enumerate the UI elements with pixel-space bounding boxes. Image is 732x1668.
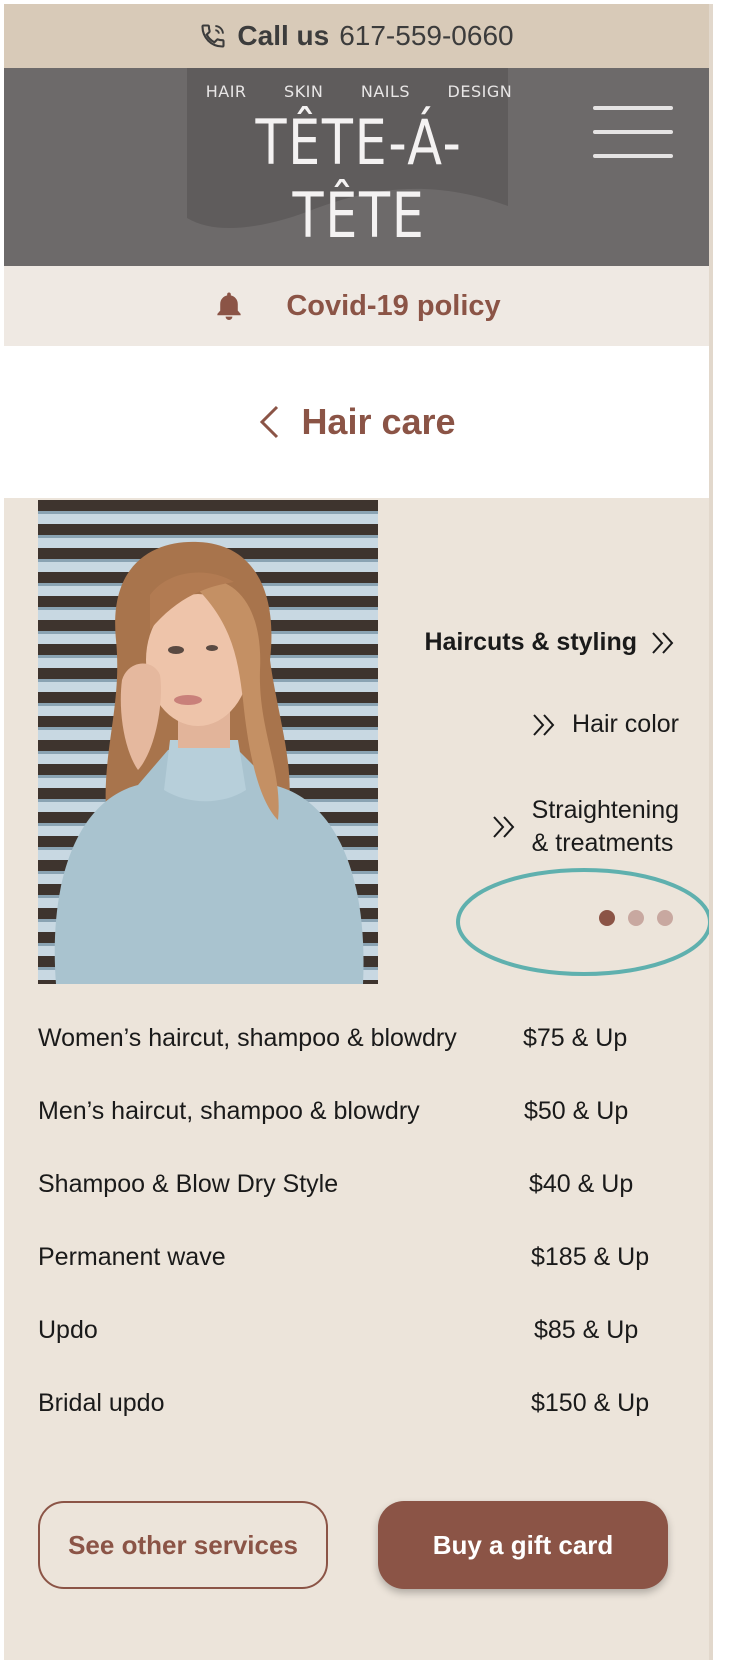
carousel-dot-1-active[interactable] xyxy=(599,910,615,926)
service-price: $185 & Up xyxy=(531,1243,650,1271)
annotation-circle xyxy=(456,868,709,976)
service-name: Shampoo & Blow Dry Style xyxy=(38,1170,339,1198)
service-price: $40 & Up xyxy=(529,1170,634,1198)
double-chevron-right-icon xyxy=(533,713,555,736)
category-label-line2: & treatments xyxy=(531,829,674,857)
page-title-bar: Hair care xyxy=(4,346,709,498)
app-screen: Call us 617-559-0660 HAIR SKIN NAILS DES… xyxy=(4,4,713,1660)
logo-wordmark: TÊTE-Á-TÊTE xyxy=(255,106,463,252)
logo-tag-nails: NAILS xyxy=(360,82,411,101)
call-us-bar[interactable]: Call us 617-559-0660 xyxy=(4,4,709,68)
double-chevron-right-icon xyxy=(652,631,674,654)
call-us-label: Call us xyxy=(237,20,330,51)
price-row: Updo $85 & Up xyxy=(38,1316,698,1389)
site-header: HAIR SKIN NAILS DESIGN TÊTE-Á-TÊTE xyxy=(4,68,709,266)
category-straightening-treatments[interactable]: Straightening & treatments xyxy=(490,794,679,860)
category-haircuts-styling[interactable]: Haircuts & styling xyxy=(424,628,679,657)
service-name: Men’s haircut, shampoo & blowdry xyxy=(38,1097,420,1125)
service-name: Women’s haircut, shampoo & blowdry xyxy=(38,1024,457,1052)
service-price: $50 & Up xyxy=(524,1097,629,1125)
price-row: Shampoo & Blow Dry Style $40 & Up xyxy=(38,1170,698,1243)
page-title: Hair care xyxy=(301,401,456,442)
carousel-dot-3[interactable] xyxy=(657,910,673,926)
category-label: Haircuts & styling xyxy=(424,628,637,656)
hair-model-photo xyxy=(38,500,378,984)
double-chevron-right-icon xyxy=(492,816,515,838)
logo-tag-skin: SKIN xyxy=(284,82,324,101)
covid-policy-banner[interactable]: Covid-19 policy xyxy=(4,266,709,346)
price-row: Bridal updo $150 & Up xyxy=(38,1389,698,1462)
see-other-services-button[interactable]: See other services xyxy=(38,1501,328,1589)
price-row: Women’s haircut, shampoo & blowdry $75 &… xyxy=(38,1024,698,1097)
covid-policy-link[interactable]: Covid-19 policy xyxy=(286,290,500,323)
logo-tag-hair: HAIR xyxy=(205,82,247,101)
price-row: Men’s haircut, shampoo & blowdry $50 & U… xyxy=(38,1097,698,1170)
category-label-line1: Straightening xyxy=(531,796,679,824)
category-label: Hair color xyxy=(572,710,679,738)
service-name: Bridal updo xyxy=(38,1389,165,1417)
buy-gift-card-button[interactable]: Buy a gift card xyxy=(378,1501,668,1589)
hamburger-menu-icon[interactable] xyxy=(593,106,675,166)
category-hair-color[interactable]: Hair color xyxy=(530,710,679,739)
bell-icon xyxy=(217,292,241,321)
service-name: Permanent wave xyxy=(38,1243,226,1271)
logo-tagline: HAIR SKIN NAILS DESIGN xyxy=(187,82,531,101)
brand-logo[interactable]: HAIR SKIN NAILS DESIGN TÊTE-Á-TÊTE xyxy=(187,68,531,252)
service-name: Updo xyxy=(38,1316,98,1344)
phone-icon xyxy=(201,24,225,48)
chevron-left-icon[interactable] xyxy=(257,404,283,440)
logo-tag-design: DESIGN xyxy=(447,82,513,101)
category-label: Straightening & treatments xyxy=(532,794,679,860)
service-price: $150 & Up xyxy=(531,1389,650,1417)
phone-number[interactable]: 617-559-0660 xyxy=(339,20,513,52)
service-price-list: Women’s haircut, shampoo & blowdry $75 &… xyxy=(38,1024,698,1462)
service-price: $85 & Up xyxy=(534,1316,639,1344)
carousel-pagination xyxy=(599,910,673,926)
price-row: Permanent wave $185 & Up xyxy=(38,1243,698,1316)
service-price: $75 & Up xyxy=(523,1024,628,1052)
carousel-dot-2[interactable] xyxy=(628,910,644,926)
